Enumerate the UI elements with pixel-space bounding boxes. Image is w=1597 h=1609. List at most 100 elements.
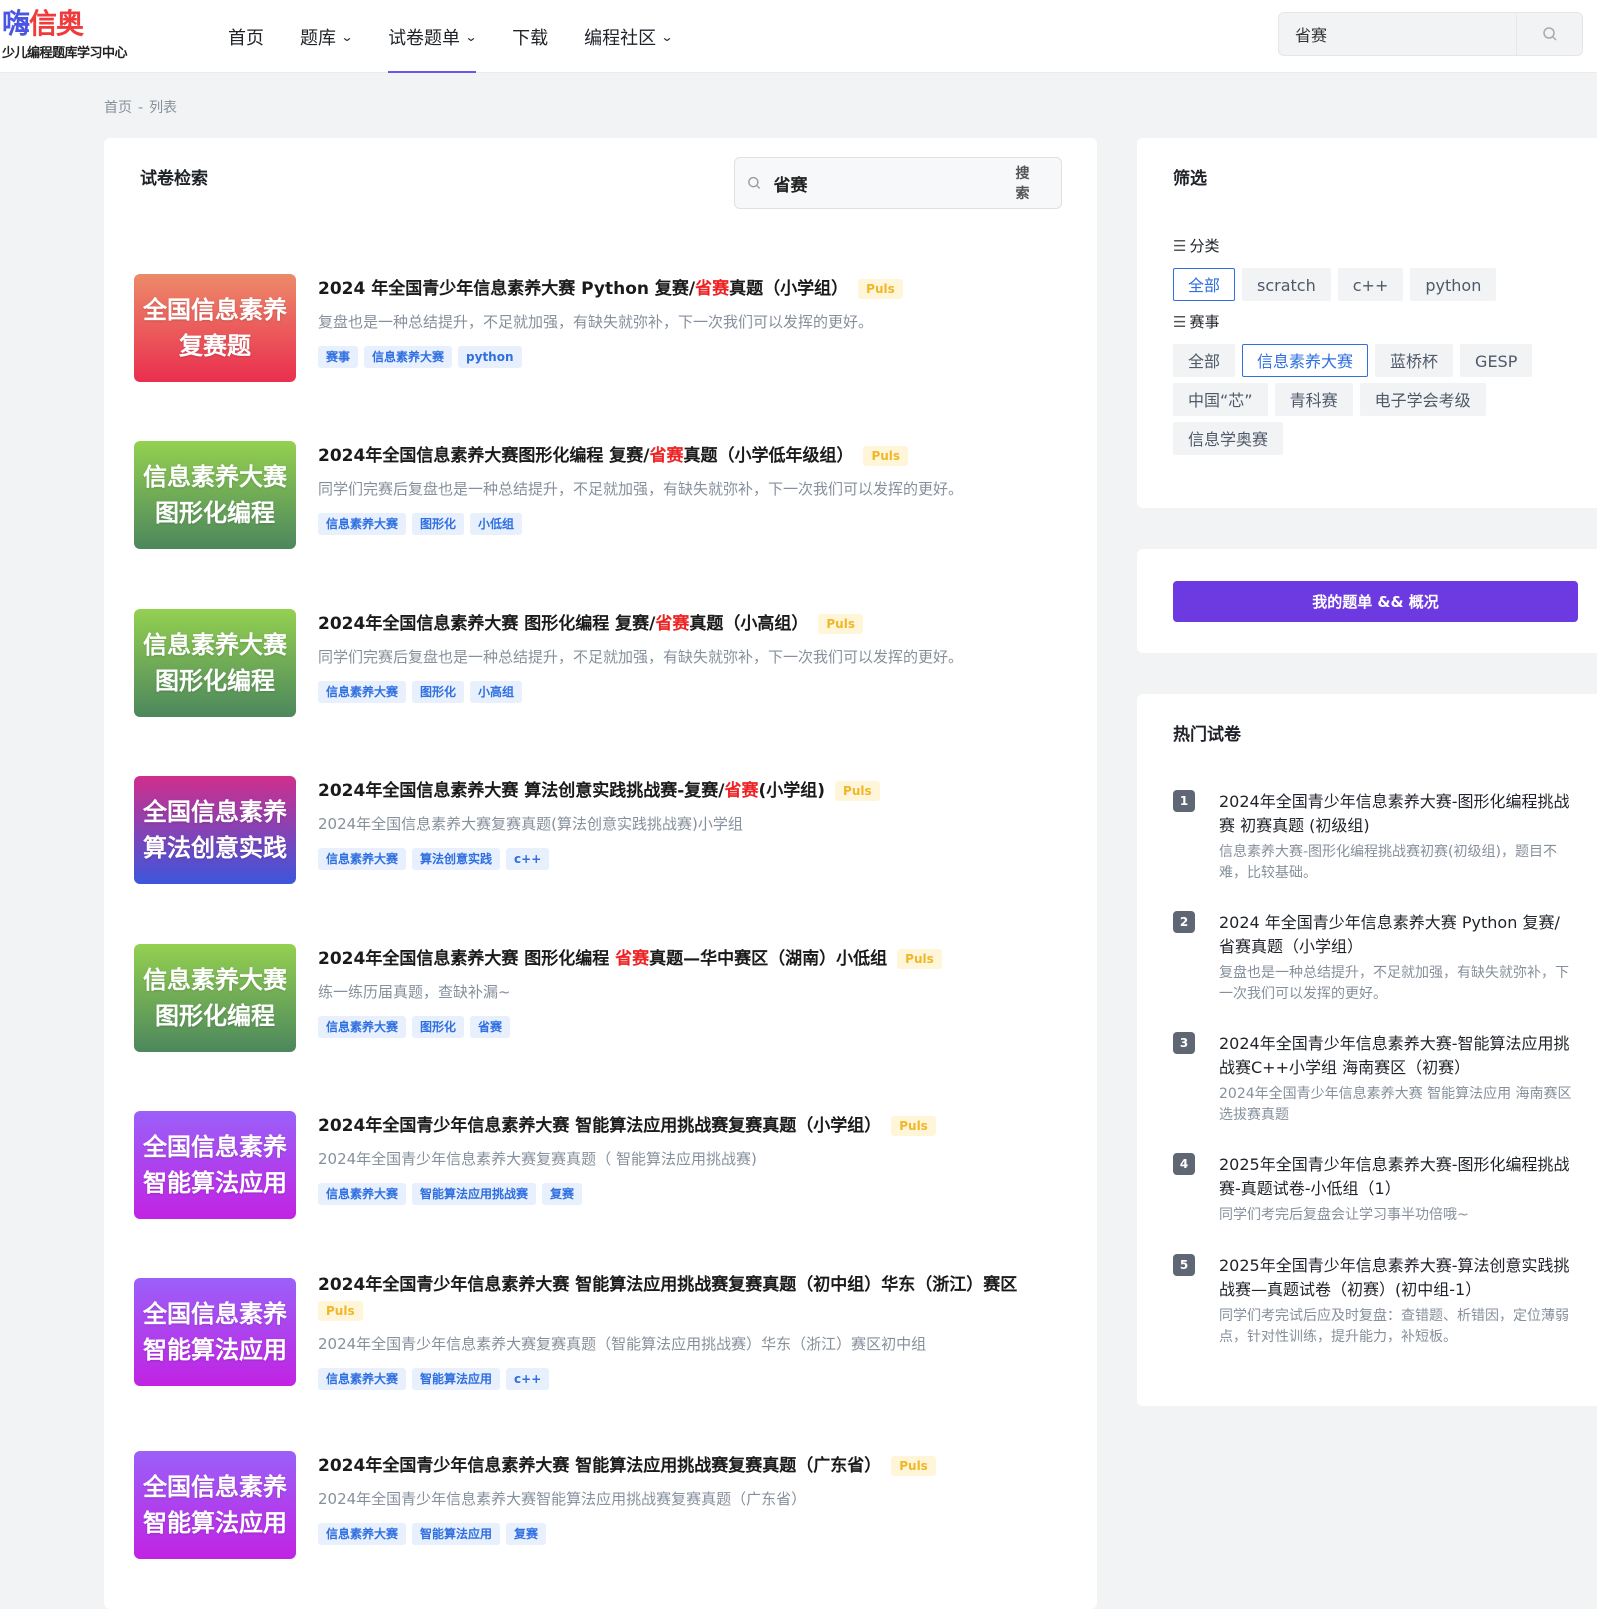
tag[interactable]: 信息素养大赛 — [318, 681, 407, 703]
paper-item[interactable]: 全国信息素养 复赛题 2024 年全国青少年信息素养大赛 Python 复赛/省赛… — [134, 274, 1074, 384]
logo-char-a: 嗨 — [2, 7, 30, 40]
chip-category-python[interactable]: python — [1410, 268, 1497, 301]
paper-cover[interactable]: 信息素养大赛 图形化编程 — [134, 441, 296, 549]
puls-badge: Puls — [835, 781, 880, 801]
tag[interactable]: 信息素养大赛 — [318, 1183, 407, 1205]
tag[interactable]: c++ — [506, 1368, 550, 1390]
puls-badge: Puls — [897, 949, 942, 969]
paper-item[interactable]: 全国信息素养 智能算法应用 2024年全国青少年信息素养大赛 智能算法应用挑战赛复… — [134, 1111, 1074, 1221]
tag[interactable]: 信息素养大赛 — [318, 513, 407, 535]
chip-contest-oi[interactable]: 信息学奥赛 — [1173, 422, 1284, 455]
chip-contest-qingke[interactable]: 青科赛 — [1274, 383, 1353, 416]
paper-cover[interactable]: 全国信息素养 智能算法应用 — [134, 1451, 296, 1559]
chip-category-all[interactable]: 全部 — [1173, 268, 1236, 301]
tag[interactable]: 信息素养大赛 — [364, 346, 453, 368]
paper-search-input[interactable] — [761, 173, 1016, 193]
tag[interactable]: 省赛 — [470, 1016, 511, 1038]
logo-wordmark: 嗨信奥 — [2, 8, 127, 40]
paper-item[interactable]: 全国信息素养 智能算法应用 2024年全国青少年信息素养大赛 智能算法应用挑战赛复… — [134, 1451, 1074, 1561]
tag[interactable]: 复赛 — [506, 1523, 547, 1545]
hot-item[interactable]: 2 2024 年全国青少年信息素养大赛 Python 复赛/省赛真题（小学组） … — [1173, 911, 1573, 1005]
nav-community[interactable]: 编程社区 ⌄ — [566, 0, 690, 73]
tag[interactable]: 赛事 — [318, 346, 359, 368]
rank-badge: 3 — [1173, 1032, 1195, 1054]
hot-item-title[interactable]: 2024年全国青少年信息素养大赛-图形化编程挑战赛 初赛真题 (初级组) — [1219, 790, 1573, 838]
paper-title[interactable]: 2024年全国青少年信息素养大赛 智能算法应用挑战赛复赛真题（小学组） Puls — [318, 1113, 1058, 1139]
chip-contest-gesp[interactable]: GESP — [1460, 344, 1533, 377]
chevron-down-icon: ⌄ — [340, 29, 354, 44]
chip-contest-cie[interactable]: 电子学会考级 — [1359, 383, 1486, 416]
nav-download[interactable]: 下载 — [494, 0, 566, 73]
nav-paper-lists[interactable]: 试卷题单 ⌄ — [370, 0, 494, 73]
paper-title[interactable]: 2024 年全国青少年信息素养大赛 Python 复赛/省赛真题（小学组） Pul… — [318, 276, 1058, 302]
paper-title[interactable]: 2024年全国青少年信息素养大赛 智能算法应用挑战赛复赛真题（初中组）华东（浙江… — [318, 1272, 1058, 1324]
cover-line: 智能算法应用 — [143, 1169, 287, 1197]
chip-category-cpp[interactable]: c++ — [1337, 268, 1404, 301]
tag[interactable]: 智能算法应用挑战赛 — [412, 1183, 537, 1205]
breadcrumb-home[interactable]: 首页 — [104, 100, 132, 116]
paper-cover[interactable]: 信息素养大赛 图形化编程 — [134, 944, 296, 1052]
hot-item[interactable]: 4 2025年全国青少年信息素养大赛-图形化编程挑战赛-真题试卷-小低组（1） … — [1173, 1153, 1573, 1226]
hot-item-title[interactable]: 2024 年全国青少年信息素养大赛 Python 复赛/省赛真题（小学组） — [1219, 911, 1573, 959]
tag[interactable]: 信息素养大赛 — [318, 1016, 407, 1038]
paper-cover[interactable]: 全国信息素养 智能算法应用 — [134, 1111, 296, 1219]
title-text: 2024年全国信息素养大赛 图形化编程 复赛/ — [318, 614, 656, 634]
tag[interactable]: 智能算法应用 — [412, 1523, 501, 1545]
hot-item-title[interactable]: 2025年全国青少年信息素养大赛-图形化编程挑战赛-真题试卷-小低组（1） — [1219, 1153, 1573, 1201]
tag[interactable]: 信息素养大赛 — [318, 848, 407, 870]
title-text: 2024年全国信息素养大赛 算法创意实践挑战赛-复赛/ — [318, 781, 725, 801]
tag[interactable]: 复赛 — [542, 1183, 583, 1205]
tag[interactable]: 图形化 — [412, 1016, 465, 1038]
nav-home[interactable]: 首页 — [210, 0, 282, 73]
chip-contest-info-literacy[interactable]: 信息素养大赛 — [1242, 344, 1369, 377]
chip-category-scratch[interactable]: scratch — [1242, 268, 1331, 301]
paper-item[interactable]: 信息素养大赛 图形化编程 2024年全国信息素养大赛 图形化编程 省赛真题—华中赛… — [134, 944, 1074, 1054]
tag[interactable]: 图形化 — [412, 513, 465, 535]
tag[interactable]: 算法创意实践 — [412, 848, 501, 870]
paper-item[interactable]: 全国信息素养 智能算法应用 2024年全国青少年信息素养大赛 智能算法应用挑战赛复… — [134, 1275, 1074, 1403]
header-search-input[interactable] — [1279, 13, 1516, 55]
hot-item-desc: 信息素养大赛-图形化编程挑战赛初赛(初级组)，题目不难，比较基础。 — [1219, 844, 1557, 881]
paper-cover[interactable]: 信息素养大赛 图形化编程 — [134, 609, 296, 717]
chip-contest-lanqiao[interactable]: 蓝桥杯 — [1375, 344, 1454, 377]
nav-download-label: 下载 — [512, 27, 549, 49]
tag[interactable]: 图形化 — [412, 681, 465, 703]
paper-cover[interactable]: 全国信息素养 智能算法应用 — [134, 1278, 296, 1386]
my-lists-button[interactable]: 我的题单 && 概况 — [1173, 581, 1578, 622]
tag[interactable]: 小高组 — [470, 681, 523, 703]
tag[interactable]: python — [458, 346, 522, 368]
hot-item[interactable]: 3 2024年全国青少年信息素养大赛-智能算法应用挑战赛C++小学组 海南赛区（… — [1173, 1032, 1573, 1126]
nav-question-bank[interactable]: 题库 ⌄ — [282, 0, 370, 73]
paper-info: 2024年全国信息素养大赛 图形化编程 复赛/省赛真题（小高组） Puls 同学们… — [318, 611, 1058, 703]
search-button[interactable]: 搜索 — [1016, 163, 1041, 203]
paper-cover[interactable]: 全国信息素养 复赛题 — [134, 274, 296, 382]
tag[interactable]: 小低组 — [470, 513, 523, 535]
chip-contest-china-chip[interactable]: 中国“芯” — [1173, 383, 1268, 416]
paper-title[interactable]: 2024年全国信息素养大赛 算法创意实践挑战赛-复赛/省赛(小学组) Puls — [318, 778, 1058, 804]
paper-title[interactable]: 2024年全国青少年信息素养大赛 智能算法应用挑战赛复赛真题（广东省） Puls — [318, 1453, 1058, 1479]
tag[interactable]: 信息素养大赛 — [318, 1523, 407, 1545]
chip-contest-all[interactable]: 全部 — [1173, 344, 1236, 377]
tag[interactable]: 信息素养大赛 — [318, 1368, 407, 1390]
paper-title[interactable]: 2024年全国信息素养大赛 图形化编程 复赛/省赛真题（小高组） Puls — [318, 611, 1058, 637]
hot-item-desc: 同学们考完后复盘会让学习事半功倍哦~ — [1219, 1207, 1469, 1223]
paper-title[interactable]: 2024年全国信息素养大赛图形化编程 复赛/省赛真题（小学低年级组） Puls — [318, 443, 1058, 469]
site-logo[interactable]: 嗨信奥 少儿编程题库学习中心 — [2, 8, 128, 62]
header-search-button[interactable] — [1516, 13, 1582, 55]
paper-item[interactable]: 信息素养大赛 图形化编程 2024年全国信息素养大赛 图形化编程 复赛/省赛真题（… — [134, 609, 1074, 719]
hot-item[interactable]: 1 2024年全国青少年信息素养大赛-图形化编程挑战赛 初赛真题 (初级组) 信… — [1173, 790, 1573, 884]
hot-item-title[interactable]: 2025年全国青少年信息素养大赛-算法创意实践挑战赛—真题试卷（初赛）(初中组-… — [1219, 1254, 1573, 1302]
tag[interactable]: c++ — [506, 848, 550, 870]
paper-cover[interactable]: 全国信息素养 算法创意实践 — [134, 776, 296, 884]
title-text: 2024 年全国青少年信息素养大赛 Python 复赛/ — [318, 279, 696, 299]
hot-item-desc: 同学们考完试后应及时复盘：查错题、析错因，定位薄弱点，针对性训练，提升能力，补短… — [1219, 1308, 1569, 1345]
title-highlight: 省赛 — [649, 446, 684, 466]
puls-badge: Puls — [891, 1456, 936, 1476]
paper-item[interactable]: 全国信息素养 算法创意实践 2024年全国信息素养大赛 算法创意实践挑战赛-复赛/… — [134, 776, 1074, 886]
paper-tags: 信息素养大赛 图形化 省赛 — [318, 1016, 1058, 1038]
hot-item-title[interactable]: 2024年全国青少年信息素养大赛-智能算法应用挑战赛C++小学组 海南赛区（初赛… — [1219, 1032, 1573, 1080]
hot-item[interactable]: 5 2025年全国青少年信息素养大赛-算法创意实践挑战赛—真题试卷（初赛）(初中… — [1173, 1254, 1573, 1348]
paper-item[interactable]: 信息素养大赛 图形化编程 2024年全国信息素养大赛图形化编程 复赛/省赛真题（小… — [134, 441, 1074, 551]
paper-title[interactable]: 2024年全国信息素养大赛 图形化编程 省赛真题—华中赛区（湖南）小低组 Puls — [318, 946, 1058, 972]
tag[interactable]: 智能算法应用 — [412, 1368, 501, 1390]
